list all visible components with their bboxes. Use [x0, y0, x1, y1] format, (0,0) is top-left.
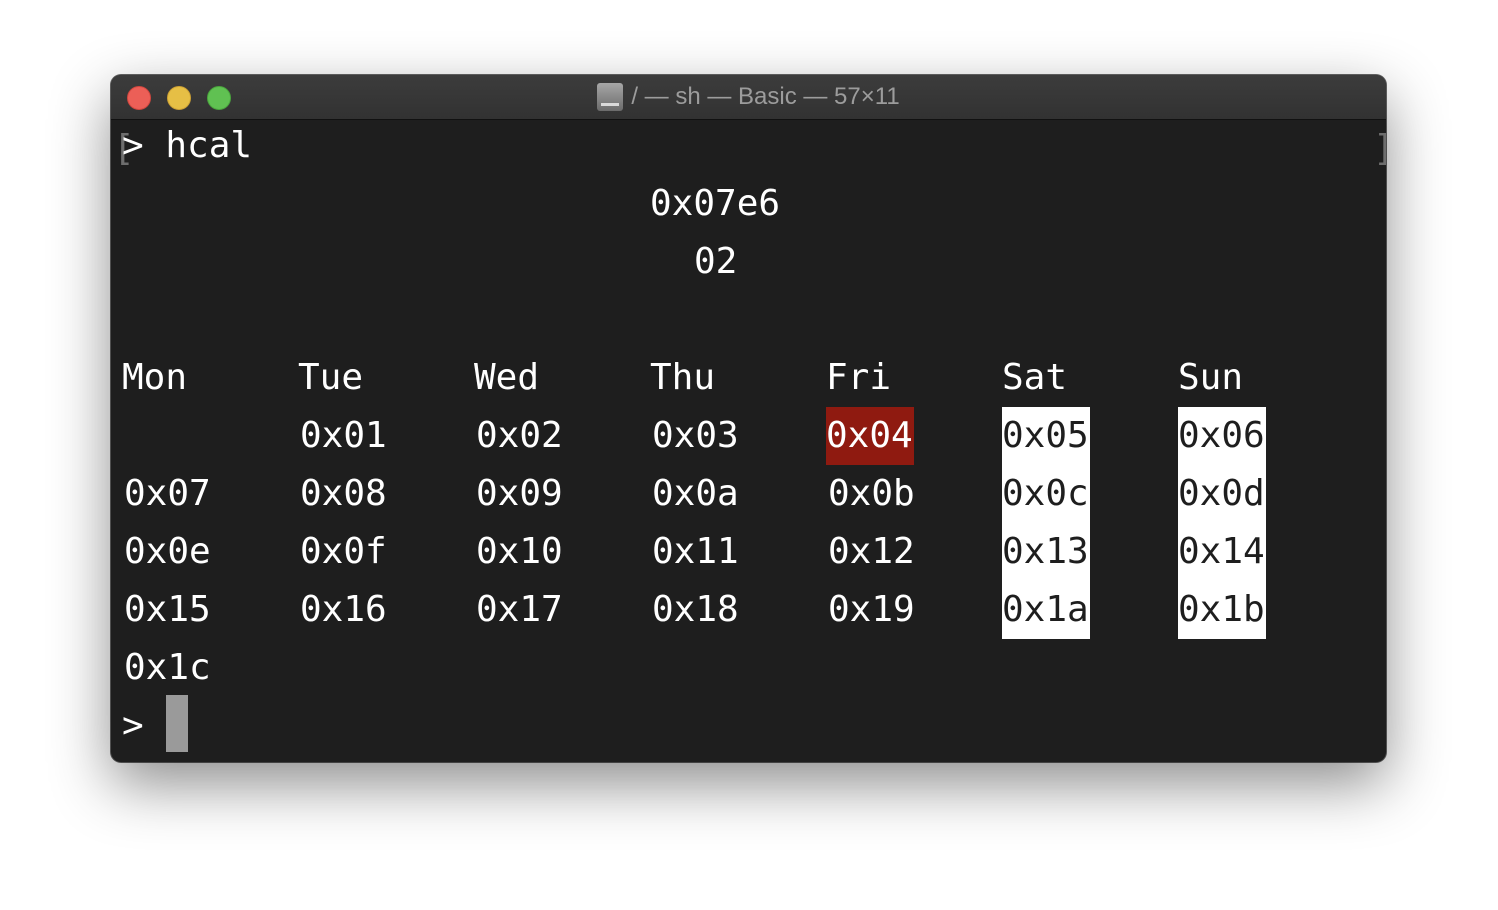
calendar-day: 0x04: [826, 407, 914, 465]
calendar-day: 0x0a: [652, 473, 739, 514]
calendar-day: 0x01: [300, 415, 387, 456]
weekday-header-mon: Mon: [122, 357, 188, 398]
calendar-day: 0x19: [828, 589, 915, 630]
window-title-text: / — sh — Basic — 57×11: [631, 83, 900, 110]
calendar-day: 0x15: [124, 589, 211, 630]
weekday-header-sun: Sun: [1178, 357, 1244, 398]
weekday-header-thu: Thu: [650, 357, 716, 398]
calendar-day: 0x14: [1178, 523, 1266, 581]
calendar-day: 0x07: [124, 473, 211, 514]
command-line: > hcal: [122, 125, 253, 166]
calendar-day: 0x13: [1002, 523, 1090, 581]
prompt: >: [122, 705, 144, 746]
calendar-day: 0x0f: [300, 531, 387, 572]
title-bar[interactable]: / — sh — Basic — 57×11: [111, 75, 1386, 120]
calendar-day: 0x06: [1178, 407, 1266, 465]
right-bracket: ]: [1373, 120, 1386, 178]
text-cursor: [166, 695, 188, 752]
calendar-day: 0x08: [300, 473, 387, 514]
calendar-month: 02: [694, 241, 738, 282]
weekday-header-wed: Wed: [474, 357, 540, 398]
calendar-day: 0x17: [476, 589, 563, 630]
calendar-day: 0x1c: [124, 647, 211, 688]
terminal-window: / — sh — Basic — 57×11 [ ] > hcal 0x07e6…: [111, 75, 1386, 762]
weekday-header-fri: Fri: [826, 357, 892, 398]
calendar-day: 0x02: [476, 415, 563, 456]
calendar-day: 0x1a: [1002, 581, 1090, 639]
weekday-header-sat: Sat: [1002, 357, 1068, 398]
terminal-content[interactable]: [ ] > hcal 0x07e6 02 MonTueWedThuFriSatS…: [111, 120, 1386, 762]
calendar-day: 0x12: [828, 531, 915, 572]
disk-icon: [597, 83, 624, 111]
calendar-day: 0x16: [300, 589, 387, 630]
calendar-day: 0x03: [652, 415, 739, 456]
calendar-year: 0x07e6: [650, 183, 781, 224]
calendar-day: 0x18: [652, 589, 739, 630]
calendar-day: 0x0d: [1178, 465, 1266, 523]
calendar-day: 0x0c: [1002, 465, 1090, 523]
calendar-day: 0x05: [1002, 407, 1090, 465]
calendar-day: 0x0b: [828, 473, 915, 514]
calendar-day: 0x1b: [1178, 581, 1266, 639]
calendar-day: 0x10: [476, 531, 563, 572]
weekday-header-tue: Tue: [298, 357, 364, 398]
calendar-day: 0x11: [652, 531, 739, 572]
window-title: / — sh — Basic — 57×11: [111, 75, 1386, 119]
calendar-day: 0x0e: [124, 531, 211, 572]
calendar-day: 0x09: [476, 473, 563, 514]
